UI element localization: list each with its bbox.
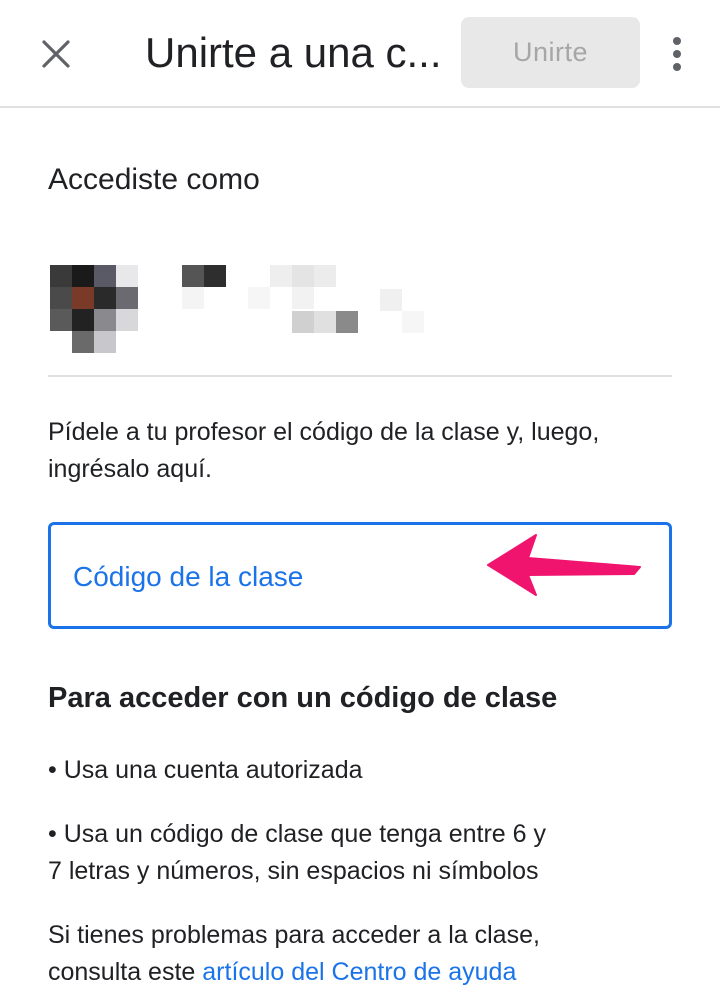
section-divider (48, 375, 672, 377)
join-button[interactable]: Unirte (461, 17, 640, 88)
help-trouble-text: Si tienes problemas para acceder a la cl… (48, 917, 688, 991)
instructions-text: Pídele a tu profesor el código de la cla… (48, 414, 688, 488)
close-button[interactable] (28, 28, 84, 80)
help-center-link[interactable]: artículo del Centro de ayuda (202, 958, 516, 986)
account-info (160, 265, 430, 335)
pointer-arrow-icon (487, 534, 641, 596)
close-icon (42, 40, 70, 68)
signed-in-heading: Accediste como (48, 163, 260, 196)
instructions-line-2: ingrésalo aquí. (48, 455, 213, 483)
help-trouble-line-2: consulta este artículo del Centro de ayu… (48, 954, 688, 991)
help-bullet-code-format: • Usa un código de clase que tenga entre… (48, 816, 688, 890)
help-trouble-line-1: Si tienes problemas para acceder a la cl… (48, 921, 540, 949)
instructions-line-1: Pídele a tu profesor el código de la cla… (48, 418, 600, 446)
help-heading: Para acceder con un código de clase (48, 682, 558, 714)
app-bar: Unirte a una c... Unirte (0, 0, 720, 108)
redacted-account-details (182, 265, 424, 333)
more-vert-icon (673, 37, 681, 71)
more-options-button[interactable] (660, 28, 694, 80)
help-bullet-authorized-account: • Usa una cuenta autorizada (48, 756, 363, 784)
help-bullet-code-format-line-2: 7 letras y números, sin espacios ni símb… (48, 857, 539, 885)
help-bullet-code-format-line-1: • Usa un código de clase que tenga entre… (48, 820, 546, 848)
avatar (50, 265, 138, 353)
class-code-placeholder: Código de la clase (73, 561, 304, 592)
page-title: Unirte a una c... (145, 29, 442, 76)
help-trouble-prefix: consulta este (48, 958, 196, 986)
